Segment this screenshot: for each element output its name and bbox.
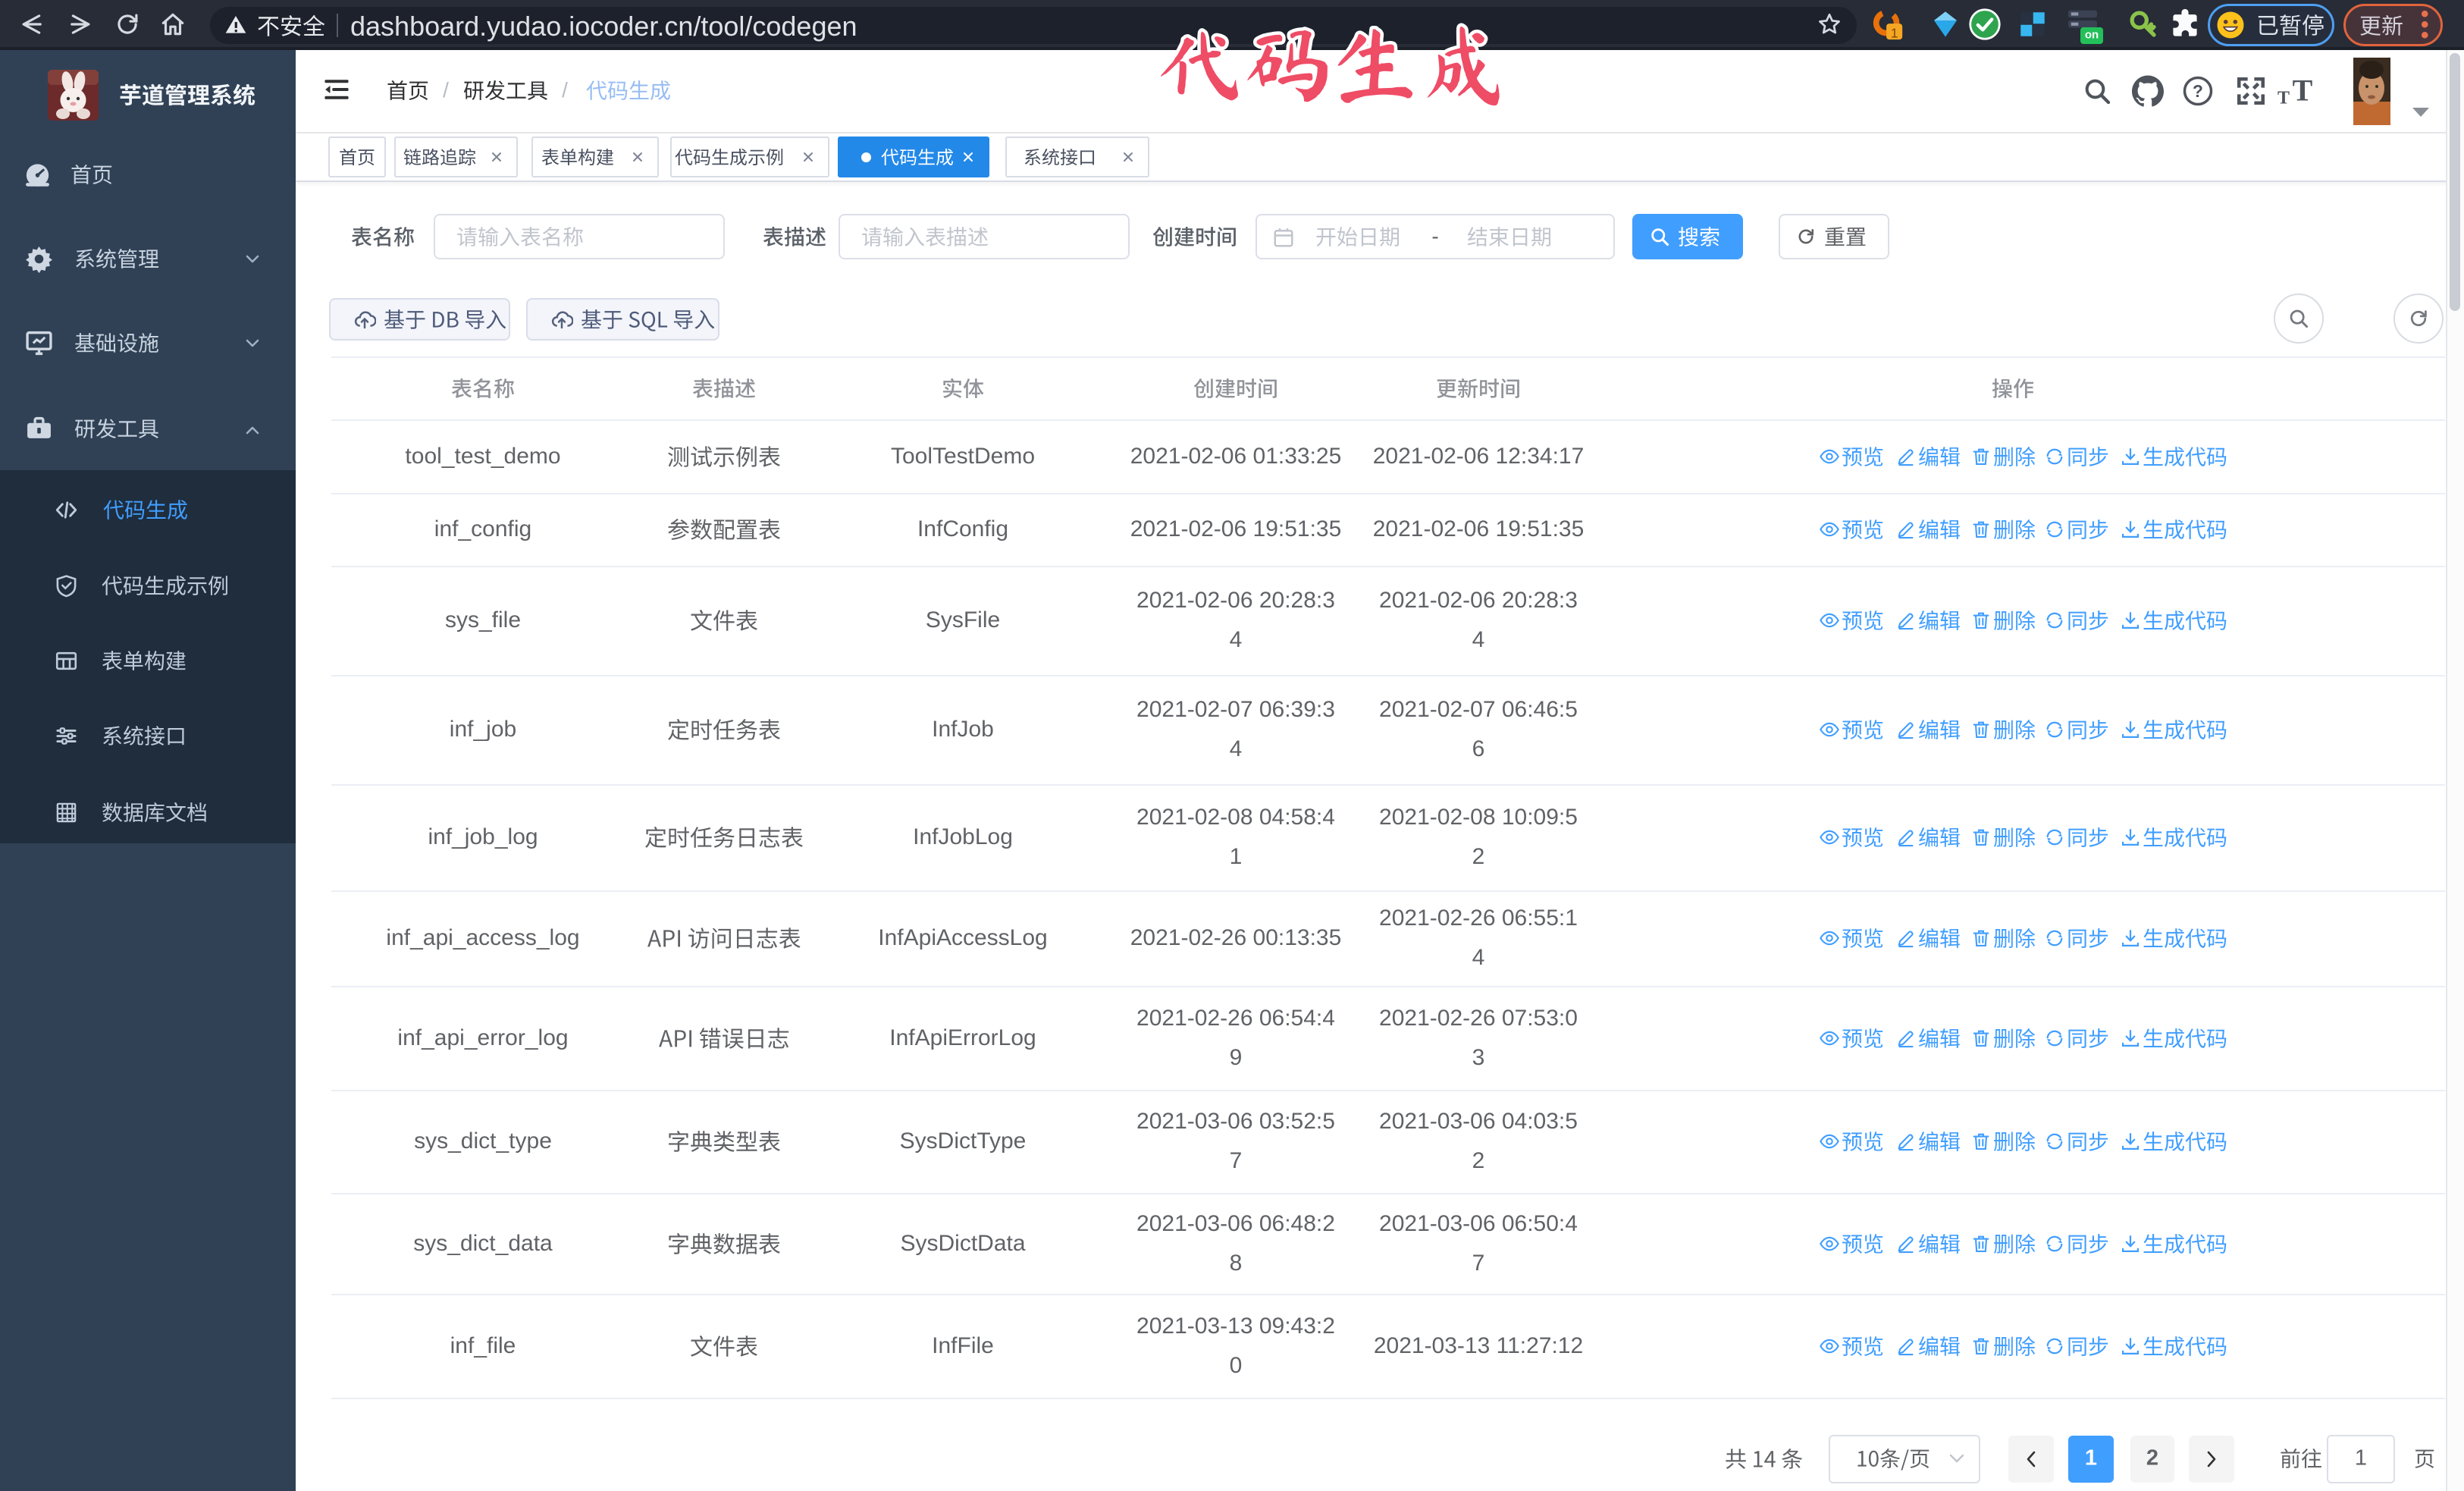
svg-text:1: 1: [1891, 25, 1898, 40]
svg-text:?: ?: [2193, 81, 2203, 101]
